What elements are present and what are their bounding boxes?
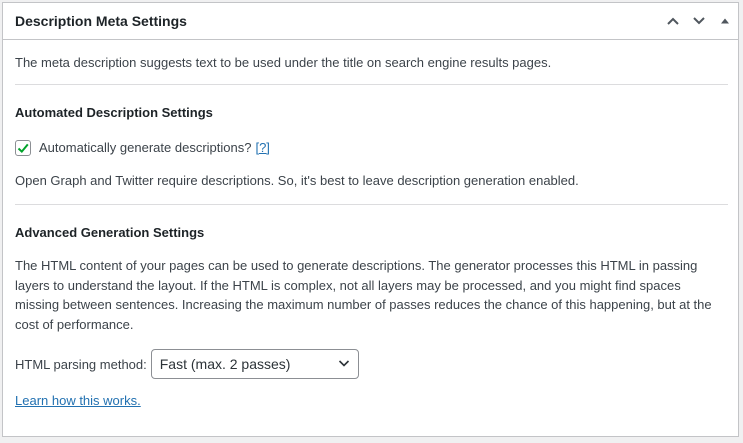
- advanced-section-heading: Advanced Generation Settings: [15, 225, 205, 240]
- move-up-icon: [666, 14, 680, 28]
- move-down-button[interactable]: [686, 3, 712, 39]
- help-link[interactable]: [?]: [255, 140, 269, 155]
- move-down-icon: [692, 14, 706, 28]
- intro-section: The meta description suggests text to be…: [15, 40, 728, 85]
- advanced-generation-section: Advanced Generation Settings The HTML co…: [15, 205, 728, 410]
- toggle-panel-button[interactable]: [712, 3, 738, 39]
- move-up-button[interactable]: [660, 3, 686, 39]
- auto-generate-checkbox[interactable]: [15, 139, 31, 156]
- checkmark-icon: [17, 143, 29, 153]
- auto-generate-label[interactable]: Automatically generate descriptions?: [39, 140, 251, 155]
- postbox-title: Description Meta Settings: [15, 13, 187, 29]
- intro-text: The meta description suggests text to be…: [15, 55, 552, 70]
- postbox-actions: [660, 3, 738, 39]
- postbox-header: Description Meta Settings: [3, 3, 738, 40]
- parsing-method-value: Fast (max. 2 passes): [159, 356, 291, 372]
- learn-how-link[interactable]: Learn how this works.: [15, 393, 141, 408]
- automated-note: Open Graph and Twitter require descripti…: [15, 172, 579, 188]
- auto-generate-row: Automatically generate descriptions? [?]: [15, 138, 728, 158]
- automated-section-heading: Automated Description Settings: [15, 104, 213, 120]
- chevron-down-icon: [337, 356, 351, 373]
- parsing-method-row: HTML parsing method: Fast (max. 2 passes…: [15, 349, 728, 379]
- postbox-inside: The meta description suggests text to be…: [3, 40, 738, 410]
- parsing-method-select[interactable]: Fast (max. 2 passes): [150, 349, 359, 379]
- postbox-description-meta-settings: Description Meta Settings The meta descr…: [2, 2, 739, 437]
- toggle-panel-icon: [720, 16, 730, 26]
- advanced-paragraph: The HTML content of your pages can be us…: [15, 258, 712, 332]
- automated-description-section: Automated Description Settings Automatic…: [15, 85, 728, 205]
- parsing-method-label: HTML parsing method:: [15, 356, 147, 372]
